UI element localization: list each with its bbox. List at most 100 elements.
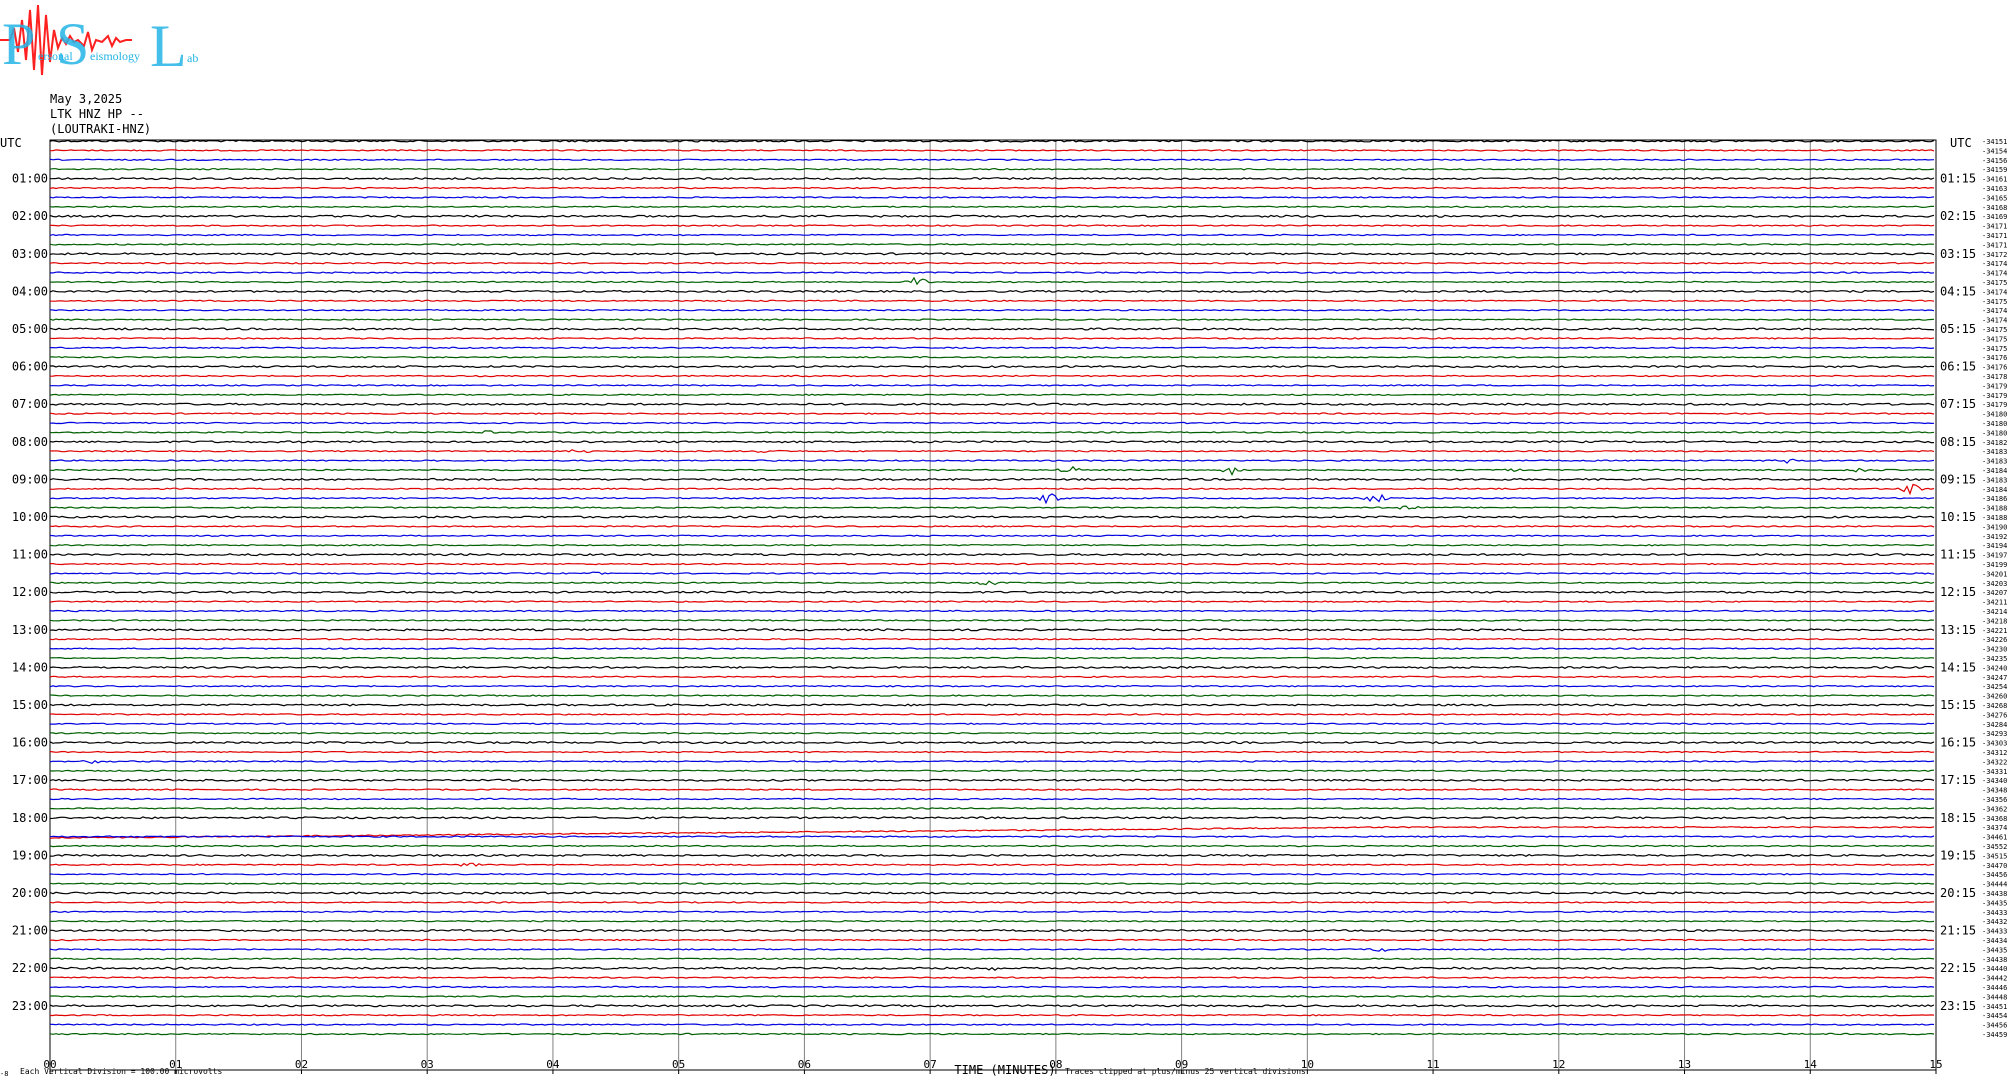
- seismic-trace: [49, 449, 1935, 454]
- trace-offset-label: -34356: [1982, 796, 2007, 804]
- trace-offset-label: -34284: [1982, 721, 2007, 729]
- trace-offset-label: -34190: [1982, 523, 2007, 531]
- trace-offset-label: -34221: [1982, 627, 2007, 635]
- trace-offset-label: -34174: [1982, 260, 2007, 268]
- left-hour-label: 23:00: [12, 999, 48, 1013]
- trace-offset-label: -34214: [1982, 608, 2007, 616]
- left-hour-label: 17:00: [12, 773, 48, 787]
- seismic-trace: [49, 797, 1935, 801]
- trace-offset-label: -34197: [1982, 552, 2007, 560]
- trace-offset-label: -34226: [1982, 636, 2007, 644]
- seismic-trace: [49, 778, 1935, 782]
- trace-offset-label: -34454: [1982, 1012, 2007, 1020]
- x-tick-label: 04: [546, 1058, 560, 1071]
- trace-offset-label: -34175: [1982, 326, 2007, 334]
- seismic-trace: [49, 619, 1935, 622]
- left-hour-label: 21:00: [12, 924, 48, 938]
- seismic-trace: [50, 355, 1935, 359]
- left-hour-label: 04:00: [12, 284, 48, 298]
- right-utc-header: UTC: [1950, 136, 1972, 150]
- trace-offset-label: -34203: [1982, 580, 2007, 588]
- right-hour-label: 18:15: [1940, 811, 1976, 825]
- seismic-trace: [49, 741, 1935, 745]
- trace-offset-label: -34180: [1982, 429, 2007, 437]
- seismic-trace: [49, 327, 1935, 331]
- trace-offset-label: -34448: [1982, 993, 2007, 1001]
- seismic-trace: [49, 891, 1935, 895]
- seismic-trace: [50, 731, 1935, 735]
- trace-offset-label: -34201: [1982, 570, 2007, 578]
- trace-offset-label: -34184: [1982, 467, 2007, 475]
- seismic-trace: [49, 337, 1935, 340]
- trace-offset-label: -34163: [1982, 185, 2007, 193]
- trace-offset-label: -34207: [1982, 589, 2007, 597]
- seismic-trace: [49, 412, 1935, 415]
- trace-offset-label: -34175: [1982, 298, 2007, 306]
- trace-offset-label: -34218: [1982, 617, 2007, 625]
- x-tick-label: 06: [798, 1058, 811, 1071]
- trace-offset-label: -34183: [1982, 476, 2007, 484]
- left-hour-label: 06:00: [12, 360, 48, 374]
- seismic-trace: [49, 872, 1935, 876]
- x-tick-label: 15: [1929, 1058, 1942, 1071]
- seismic-trace: [49, 440, 1934, 444]
- left-hour-label: 08:00: [12, 435, 48, 449]
- trace-offset-label: -34432: [1982, 918, 2007, 926]
- right-hour-label: 13:15: [1940, 623, 1976, 637]
- left-hour-label: 01:00: [12, 172, 48, 186]
- right-hour-label: 17:15: [1940, 773, 1976, 787]
- seismic-trace: [49, 1032, 1935, 1036]
- left-hour-label: 03:00: [12, 247, 48, 261]
- seismic-trace: [49, 534, 1935, 538]
- trace-offset-label: -34456: [1982, 1022, 2007, 1030]
- trace-offset-label: -34461: [1982, 834, 2007, 842]
- seismic-trace: [49, 675, 1935, 679]
- x-axis-label: TIME (MINUTES): [954, 1063, 1055, 1077]
- seismic-trace: [50, 177, 1935, 181]
- x-tick-label: 13: [1678, 1058, 1691, 1071]
- trace-offset-label: -34179: [1982, 392, 2007, 400]
- trace-offset-label: -34154: [1982, 147, 2007, 155]
- trace-offset-label: -34176: [1982, 354, 2007, 362]
- right-hour-label: 01:15: [1940, 172, 1976, 186]
- trace-offset-label: -34194: [1982, 542, 2007, 550]
- seismic-trace: [49, 957, 1935, 961]
- trace-offset-label: -34451: [1982, 1003, 2007, 1011]
- seismic-trace: [49, 694, 1935, 697]
- trace-offset-label: -34434: [1982, 937, 2007, 945]
- right-hour-label: 23:15: [1940, 999, 1976, 1013]
- seismic-trace: [49, 421, 1935, 425]
- right-hour-label: 14:15: [1940, 660, 1976, 674]
- trace-offset-label: -34230: [1982, 646, 2007, 654]
- left-hour-label: 20:00: [12, 886, 48, 900]
- trace-offset-label: -34174: [1982, 270, 2007, 278]
- seismic-trace: [49, 985, 1935, 989]
- trace-offset-label: -34446: [1982, 984, 2007, 992]
- scale-note: Each Vertical Division = 100.00 microvol…: [20, 1067, 222, 1076]
- seismic-trace: [49, 862, 1935, 867]
- seismic-trace: [50, 929, 1935, 933]
- trace-offset-label: -34175: [1982, 279, 2007, 287]
- right-hour-label: 05:15: [1940, 322, 1976, 336]
- left-hour-label: 10:00: [12, 510, 48, 524]
- seismic-trace: [49, 580, 1935, 586]
- right-hour-label: 03:15: [1940, 247, 1976, 261]
- seismic-trace: [49, 600, 1935, 603]
- trace-offset-label: -34174: [1982, 317, 2007, 325]
- seismic-trace: [49, 853, 1935, 857]
- seismic-trace: [49, 261, 1935, 265]
- x-tick-label: 07: [924, 1058, 937, 1071]
- right-hour-label: 19:15: [1940, 848, 1976, 862]
- seismic-trace: [49, 901, 1935, 904]
- seismic-trace: [49, 318, 1935, 321]
- left-hour-label: 02:00: [12, 209, 48, 223]
- trace-offset-label: -34178: [1982, 373, 2007, 381]
- trace-offset-label: -34180: [1982, 420, 2007, 428]
- right-hour-label: 11:15: [1940, 548, 1976, 562]
- seismic-trace: [49, 493, 1935, 505]
- trace-offset-label: -34151: [1982, 138, 2007, 146]
- seismic-trace: [49, 402, 1935, 406]
- trace-offset-label: -34254: [1982, 683, 2007, 691]
- seismic-trace: [49, 289, 1935, 293]
- x-tick-label: 12: [1552, 1058, 1565, 1071]
